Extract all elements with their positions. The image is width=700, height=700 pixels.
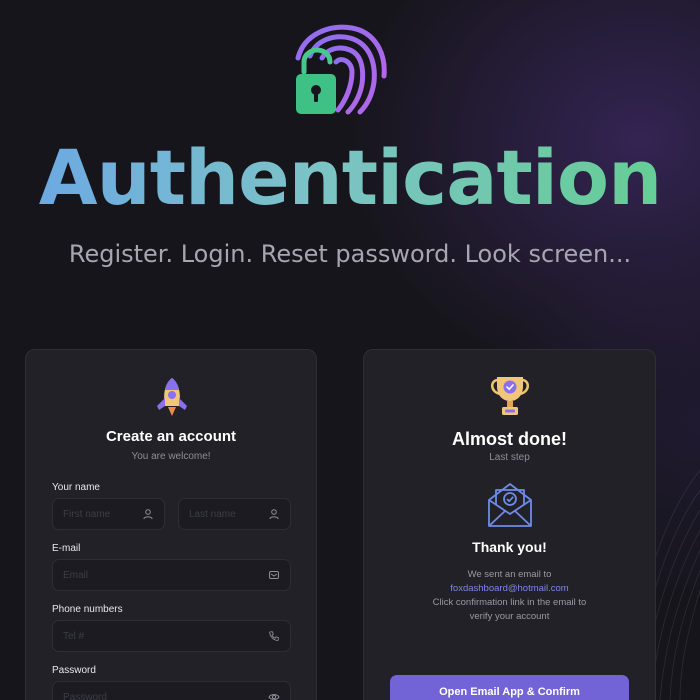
fingerprint-lock-icon — [295, 24, 387, 115]
password-label: Password — [52, 665, 96, 676]
sent-message: We sent an email to — [467, 569, 552, 580]
envelope-check-icon — [488, 483, 532, 527]
instruction-line: Click confirmation link in the email to — [432, 597, 587, 608]
confirmation-card: Almost done! Last step Thank you! We sen… — [363, 349, 656, 700]
email-link[interactable]: foxdashboard@hotmail.com — [450, 583, 568, 594]
register-subtitle: You are welcome! — [131, 451, 211, 462]
email-label: E-mail — [52, 543, 81, 554]
first-name-input[interactable] — [63, 508, 142, 520]
phone-label: Phone numbers — [52, 604, 123, 615]
page-subtitle: Register. Login. Reset password. Look sc… — [68, 240, 632, 268]
phone-icon — [268, 630, 280, 642]
mail-icon — [268, 569, 280, 581]
phone-input[interactable] — [63, 630, 268, 642]
open-email-button[interactable]: Open Email App & Confirm — [390, 675, 629, 700]
phone-field[interactable] — [52, 620, 291, 652]
thank-you-title: Thank you! — [472, 539, 547, 555]
last-name-field[interactable] — [178, 498, 291, 530]
last-name-input[interactable] — [189, 508, 268, 520]
first-name-field[interactable] — [52, 498, 165, 530]
confirmation-title: Almost done! — [452, 429, 567, 449]
confirmation-subtitle: Last step — [489, 452, 530, 463]
password-field[interactable] — [52, 681, 291, 700]
user-icon — [142, 508, 154, 520]
register-card: Create an account You are welcome! Your … — [25, 349, 317, 700]
eye-icon[interactable] — [268, 691, 280, 700]
rocket-icon — [157, 378, 187, 416]
name-label: Your name — [52, 482, 100, 493]
page-title: Authentication — [0, 128, 700, 228]
password-input[interactable] — [63, 691, 268, 700]
user-icon — [268, 508, 280, 520]
trophy-icon — [491, 377, 529, 415]
register-title: Create an account — [105, 428, 237, 445]
email-input[interactable] — [63, 569, 268, 581]
email-field[interactable] — [52, 559, 291, 591]
email-address[interactable]: foxdashboard@hotmail.com — [364, 582, 655, 596]
instruction-line-2: verify your account — [469, 611, 550, 622]
